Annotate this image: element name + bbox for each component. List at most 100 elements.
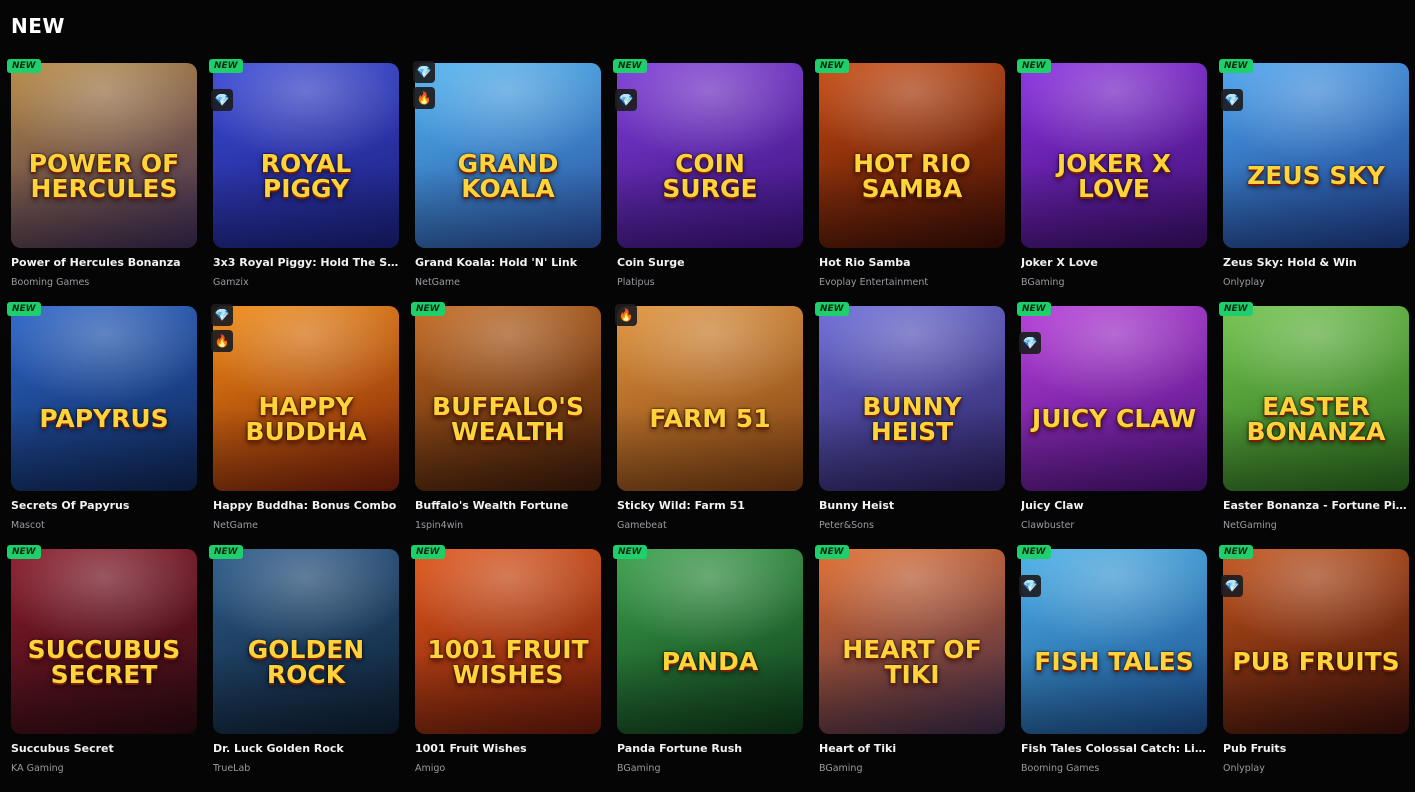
section-title: NEW (11, 14, 65, 38)
game-title[interactable]: Hot Rio Samba (819, 256, 1005, 269)
game-title[interactable]: Panda Fortune Rush (617, 742, 803, 755)
game-thumbnail[interactable]: Succubus Secret (11, 549, 197, 734)
new-badge: NEW (1219, 302, 1253, 316)
fire-icon: 🔥 (413, 87, 435, 109)
new-badge: NEW (1219, 545, 1253, 559)
new-badge: NEW (7, 59, 41, 73)
game-title[interactable]: Bunny Heist (819, 499, 1005, 512)
game-card[interactable]: Hot Rio Samba Hot Rio Samba Evoplay Ente… (815, 59, 1005, 306)
game-card[interactable]: Golden Rock Dr. Luck Golden Rock TrueLab… (209, 545, 399, 792)
game-thumbnail[interactable]: Farm 51 (617, 306, 803, 491)
new-badge: NEW (1017, 59, 1051, 73)
game-thumbnail[interactable]: Hot Rio Samba (819, 63, 1005, 248)
game-thumbnail[interactable]: 1001 Fruit Wishes (415, 549, 601, 734)
game-provider: TrueLab (213, 763, 251, 774)
game-title[interactable]: Juicy Claw (1021, 499, 1207, 512)
game-title[interactable]: Happy Buddha: Bonus Combo (213, 499, 399, 512)
game-card[interactable]: Succubus Secret Succubus Secret KA Gamin… (7, 545, 197, 792)
game-provider: BGaming (1021, 277, 1065, 288)
game-card[interactable]: Juicy Claw Juicy Claw Clawbuster NEW 💎 (1017, 302, 1207, 549)
diamond-icon: 💎 (1221, 575, 1243, 597)
new-badge: NEW (1219, 59, 1253, 73)
game-art-logo: Royal Piggy (260, 148, 352, 203)
game-thumbnail[interactable]: Royal Piggy (213, 63, 399, 248)
new-badge: NEW (209, 59, 243, 73)
game-provider: Amigo (415, 763, 446, 774)
game-thumbnail[interactable]: Happy Buddha (213, 306, 399, 491)
game-card[interactable]: Fish Tales Fish Tales Colossal Catch: Li… (1017, 545, 1207, 792)
game-title[interactable]: Zeus Sky: Hold & Win (1223, 256, 1409, 269)
game-card[interactable]: Pub Fruits Pub Fruits Onlyplay NEW 💎 (1219, 545, 1409, 792)
game-art-logo: Panda (661, 647, 759, 676)
game-card[interactable]: Power of Hercules Power of Hercules Bona… (7, 59, 197, 306)
game-art-logo: Zeus Sky (1247, 161, 1385, 190)
game-card[interactable]: Buffalo's Wealth Buffalo's Wealth Fortun… (411, 302, 601, 549)
game-card[interactable]: Bunny Heist Bunny Heist Peter&Sons NEW (815, 302, 1005, 549)
game-title[interactable]: 1001 Fruit Wishes (415, 742, 601, 755)
game-thumbnail[interactable]: Joker X Love (1021, 63, 1207, 248)
new-badge: NEW (613, 545, 647, 559)
new-badge: NEW (209, 545, 243, 559)
game-card[interactable]: Coin Surge Coin Surge Platipus NEW 💎 (613, 59, 803, 306)
game-thumbnail[interactable]: Bunny Heist (819, 306, 1005, 491)
game-title[interactable]: Secrets Of Papyrus (11, 499, 197, 512)
new-badge: NEW (1017, 302, 1051, 316)
game-provider: Evoplay Entertainment (819, 277, 929, 288)
game-provider: BGaming (617, 763, 661, 774)
game-title[interactable]: Sticky Wild: Farm 51 (617, 499, 803, 512)
game-art-logo: Farm 51 (649, 404, 771, 433)
game-thumbnail[interactable]: Papyrus (11, 306, 197, 491)
game-title[interactable]: Dr. Luck Golden Rock (213, 742, 399, 755)
game-card[interactable]: Royal Piggy 3x3 Royal Piggy: Hold The Sp… (209, 59, 399, 306)
game-art-logo: Power of Hercules (28, 148, 180, 203)
game-title[interactable]: Fish Tales Colossal Catch: Link & Loot (1021, 742, 1207, 755)
game-art-logo: Grand Koala (457, 148, 559, 203)
game-card[interactable]: 1001 Fruit Wishes 1001 Fruit Wishes Amig… (411, 545, 601, 792)
game-title[interactable]: Easter Bonanza - Fortune Pick (1223, 499, 1409, 512)
game-provider: Gamebeat (617, 520, 667, 531)
game-provider: BGaming (819, 763, 863, 774)
game-thumbnail[interactable]: Easter Bonanza (1223, 306, 1409, 491)
fire-icon: 🔥 (615, 304, 637, 326)
game-card[interactable]: Grand Koala Grand Koala: Hold 'N' Link N… (413, 61, 601, 306)
game-title[interactable]: Pub Fruits (1223, 742, 1409, 755)
game-card[interactable]: Joker X Love Joker X Love BGaming NEW (1017, 59, 1207, 306)
game-title[interactable]: Buffalo's Wealth Fortune (415, 499, 601, 512)
game-thumbnail[interactable]: Golden Rock (213, 549, 399, 734)
game-thumbnail[interactable]: Coin Surge (617, 63, 803, 248)
game-thumbnail[interactable]: Heart of Tiki (819, 549, 1005, 734)
game-card[interactable]: Panda Panda Fortune Rush BGaming NEW (613, 545, 803, 792)
game-art-logo: Buffalo's Wealth (432, 391, 584, 446)
game-title[interactable]: Coin Surge (617, 256, 803, 269)
game-thumbnail[interactable]: Juicy Claw (1021, 306, 1207, 491)
game-art-logo: Pub Fruits (1232, 647, 1400, 676)
game-card[interactable]: Heart of Tiki Heart of Tiki BGaming NEW (815, 545, 1005, 792)
game-card[interactable]: Zeus Sky Zeus Sky: Hold & Win Onlyplay N… (1219, 59, 1409, 306)
game-title[interactable]: Joker X Love (1021, 256, 1207, 269)
new-badge: NEW (815, 545, 849, 559)
new-badge: NEW (411, 545, 445, 559)
game-provider: Booming Games (1021, 763, 1100, 774)
game-thumbnail[interactable]: Panda (617, 549, 803, 734)
new-badge: NEW (613, 59, 647, 73)
game-card[interactable]: Papyrus Secrets Of Papyrus Mascot NEW (7, 302, 197, 549)
new-badge: NEW (1017, 545, 1051, 559)
game-title[interactable]: 3x3 Royal Piggy: Hold The Spin (213, 256, 399, 269)
game-thumbnail[interactable]: Zeus Sky (1223, 63, 1409, 248)
game-art-logo: Easter Bonanza (1246, 391, 1386, 446)
game-art-logo: Coin Surge (662, 148, 758, 203)
game-title[interactable]: Succubus Secret (11, 742, 197, 755)
game-thumbnail[interactable]: Fish Tales (1021, 549, 1207, 734)
game-thumbnail[interactable]: Buffalo's Wealth (415, 306, 601, 491)
game-art-logo: Succubus Secret (27, 634, 181, 689)
game-card[interactable]: Farm 51 Sticky Wild: Farm 51 Gamebeat 🔥 (615, 304, 803, 549)
game-thumbnail[interactable]: Power of Hercules (11, 63, 197, 248)
game-title[interactable]: Heart of Tiki (819, 742, 1005, 755)
game-title[interactable]: Grand Koala: Hold 'N' Link (415, 256, 601, 269)
game-card[interactable]: Happy Buddha Happy Buddha: Bonus Combo N… (211, 304, 399, 549)
fire-icon: 🔥 (211, 330, 233, 352)
game-thumbnail[interactable]: Grand Koala (415, 63, 601, 248)
game-card[interactable]: Easter Bonanza Easter Bonanza - Fortune … (1219, 302, 1409, 549)
game-title[interactable]: Power of Hercules Bonanza (11, 256, 197, 269)
game-thumbnail[interactable]: Pub Fruits (1223, 549, 1409, 734)
